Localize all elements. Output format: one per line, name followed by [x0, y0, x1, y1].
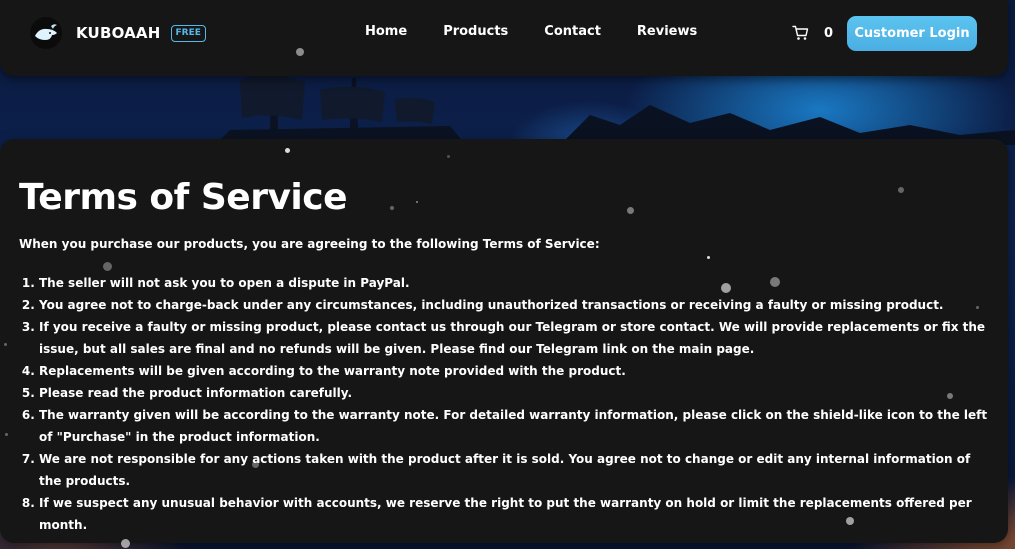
nav-link-reviews[interactable]: Reviews — [637, 24, 697, 39]
terms-list: The seller will not ask you to open a di… — [19, 272, 994, 536]
customer-login-button[interactable]: Customer Login — [847, 16, 977, 51]
term-item: Please read the product information care… — [39, 382, 994, 404]
term-item: The seller will not ask you to open a di… — [39, 272, 994, 294]
term-item: You agree not to charge-back under any c… — [39, 294, 994, 316]
free-badge: FREE — [170, 24, 206, 42]
cart-icon — [792, 25, 809, 40]
brand-logo-icon — [30, 17, 62, 49]
nav-link-home[interactable]: Home — [365, 24, 407, 39]
brand-name: KUBOAAH — [76, 24, 161, 42]
term-item: If we suspect any unusual behavior with … — [39, 492, 994, 536]
main-nav: Home Products Contact Reviews — [365, 24, 697, 39]
brand[interactable]: KUBOAAH FREE — [30, 17, 206, 49]
term-item: Replacements will be given according to … — [39, 360, 994, 382]
cart-button[interactable]: 0 — [792, 24, 833, 42]
nav-link-contact[interactable]: Contact — [544, 24, 601, 39]
term-item: If you receive a faulty or missing produ… — [39, 316, 994, 360]
cart-count: 0 — [824, 25, 834, 41]
term-item: The warranty given will be according to … — [39, 404, 994, 448]
nav-link-products[interactable]: Products — [443, 24, 508, 39]
term-item: We are not responsible for any actions t… — [39, 448, 994, 492]
mountain-silhouette-icon — [560, 105, 1015, 145]
terms-panel: Terms of Service When you purchase our p… — [0, 139, 1008, 543]
terms-intro: When you purchase our products, you are … — [19, 237, 600, 251]
page-title: Terms of Service — [19, 177, 348, 218]
top-navbar: KUBOAAH FREE Home Products Contact Revie… — [0, 0, 1008, 76]
